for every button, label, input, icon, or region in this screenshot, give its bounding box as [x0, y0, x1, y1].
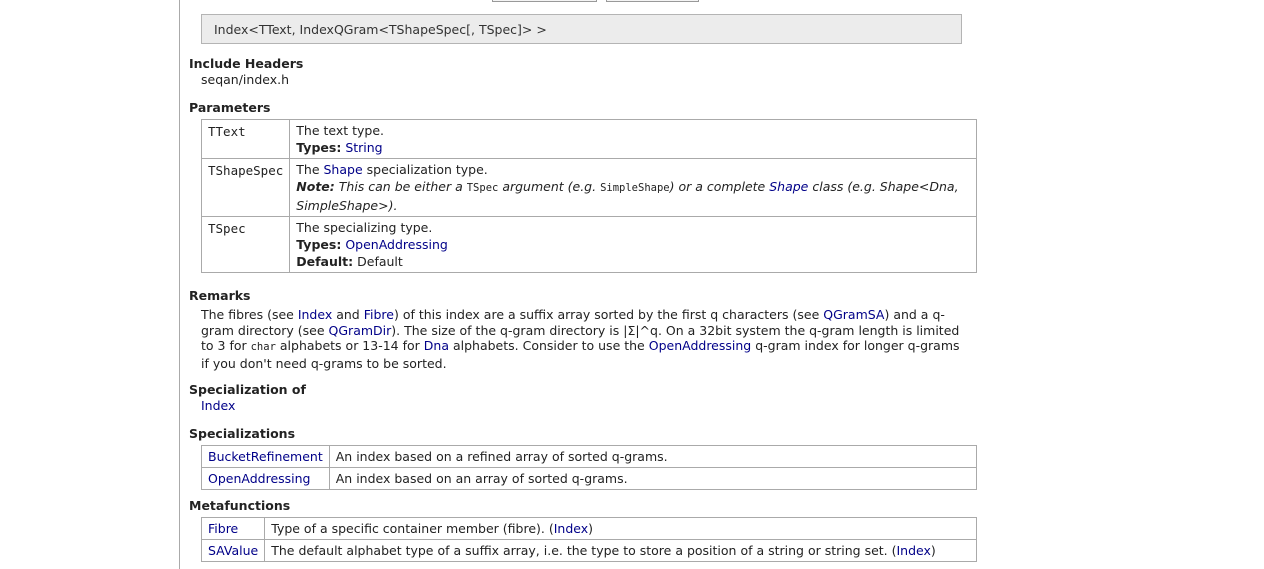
- param-note: Note: This can be either a TSpec argumen…: [296, 178, 970, 214]
- text-span: This can be either a: [334, 179, 467, 194]
- table-row: BucketRefinement An index based on a ref…: [201, 445, 978, 468]
- table-row: Fibre Type of a specific container membe…: [200, 517, 977, 540]
- default-label: Default:: [296, 254, 354, 269]
- metafunction-name: Fibre: [200, 517, 266, 540]
- param-desc: The specializing type. Types: OpenAddres…: [289, 216, 977, 273]
- metafunctions-heading: Metafunctions: [189, 498, 291, 513]
- include-header-value: seqan/index.h: [201, 72, 290, 87]
- specialization-of-heading: Specialization of: [189, 382, 306, 397]
- table-row: TText The text type. Types: String: [200, 119, 977, 159]
- type-link-string[interactable]: String: [345, 140, 382, 155]
- index-link[interactable]: Index: [201, 398, 235, 413]
- text-span: ) of this index are a suffix array sorte…: [393, 307, 824, 322]
- types-label: Types:: [296, 140, 342, 155]
- param-name: TSpec: [200, 216, 291, 273]
- fibre-link[interactable]: Fibre: [364, 307, 394, 322]
- param-desc-text: The specializing type.: [296, 220, 433, 235]
- savalue-link[interactable]: SAValue: [208, 543, 258, 558]
- specializations-heading: Specializations: [189, 426, 296, 441]
- specialization-name: BucketRefinement: [201, 445, 330, 468]
- param-desc: The Shape specialization type. Note: Thi…: [289, 158, 977, 217]
- shape-link[interactable]: Shape: [324, 162, 363, 177]
- metafunction-desc: Type of a specific container member (fib…: [264, 517, 977, 540]
- specialization-of-value: Index: [201, 398, 979, 414]
- specializations-section: Specializations BucketRefinement An inde…: [189, 426, 979, 490]
- table-row: TShapeSpec The Shape specialization type…: [200, 158, 977, 217]
- param-types-line: Types: String: [296, 139, 970, 156]
- remarks-heading: Remarks: [189, 288, 251, 303]
- table-row: TSpec The specializing type. Types: Open…: [200, 216, 977, 273]
- specialization-name: OpenAddressing: [201, 467, 330, 490]
- table-row: SAValue The default alphabet type of a s…: [200, 539, 977, 562]
- metafunction-name: SAValue: [200, 539, 266, 562]
- index-link[interactable]: Index: [554, 521, 588, 536]
- text-span: The: [296, 162, 324, 177]
- parameters-section: Parameters TText The text type. Types: S…: [189, 100, 979, 273]
- param-desc: The text type. Types: String: [289, 119, 977, 159]
- text-span: ): [930, 543, 936, 558]
- param-name: TText: [200, 119, 291, 159]
- dna-link[interactable]: Dna: [424, 338, 449, 353]
- qgramdir-link[interactable]: QGramDir: [329, 323, 392, 338]
- top-tab-right[interactable]: [606, 0, 699, 2]
- fibre-link[interactable]: Fibre: [208, 521, 238, 536]
- text-span: Type of a specific container member (fib…: [271, 521, 554, 536]
- metafunctions-section: Metafunctions Fibre Type of a specific c…: [189, 498, 979, 562]
- left-divider-line: [179, 0, 180, 569]
- bucketrefinement-link[interactable]: BucketRefinement: [208, 449, 323, 464]
- signature-text: Index<TText, IndexQGram<TShapeSpec[, TSp…: [214, 22, 547, 37]
- type-link-openaddressing[interactable]: OpenAddressing: [345, 237, 448, 252]
- parameters-heading: Parameters: [189, 100, 271, 115]
- param-types-line: Types: OpenAddressing: [296, 236, 970, 253]
- text-span: specialization type.: [362, 162, 488, 177]
- text-span: The default alphabet type of a suffix ar…: [271, 543, 897, 558]
- default-value: Default: [353, 254, 403, 269]
- code-span: char: [250, 341, 276, 353]
- index-link[interactable]: Index: [298, 307, 332, 322]
- index-link[interactable]: Index: [897, 543, 931, 558]
- code-span: SimpleShape: [600, 182, 670, 194]
- param-desc-text: The text type.: [296, 123, 385, 138]
- text-span: argument (e.g.: [498, 179, 601, 194]
- shape-class-link[interactable]: Shape: [769, 179, 808, 194]
- types-label: Types:: [296, 237, 342, 252]
- table-row: OpenAddressing An index based on an arra…: [201, 467, 978, 490]
- text-span: ): [588, 521, 594, 536]
- metafunction-desc: The default alphabet type of a suffix ar…: [264, 539, 977, 562]
- note-label: Note:: [296, 179, 335, 194]
- param-desc-text: The Shape specialization type.: [296, 161, 970, 178]
- text-span: alphabets or 13-14 for: [275, 338, 424, 353]
- remarks-text: The fibres (see Index and Fibre) of this…: [201, 307, 971, 371]
- text-span: and: [332, 307, 364, 322]
- specialization-desc: An index based on an array of sorted q-g…: [328, 467, 978, 490]
- qgramsa-link[interactable]: QGramSA: [823, 307, 884, 322]
- remarks-section: Remarks The fibres (see Index and Fibre)…: [189, 288, 979, 371]
- specializations-table: BucketRefinement An index based on a ref…: [201, 445, 978, 490]
- specialization-desc: An index based on a refined array of sor…: [328, 445, 978, 468]
- parameters-table: TText The text type. Types: String TShap…: [200, 119, 977, 273]
- text-span: ) or a complete: [669, 179, 770, 194]
- include-headers-heading: Include Headers: [189, 56, 304, 71]
- text-span: alphabets. Consider to use the: [448, 338, 649, 353]
- top-tab-left[interactable]: [492, 0, 597, 2]
- text-span: The fibres (see: [201, 307, 298, 322]
- signature-box: Index<TText, IndexQGram<TShapeSpec[, TSp…: [201, 14, 962, 44]
- openaddressing-link[interactable]: OpenAddressing: [208, 471, 311, 486]
- openaddressing-link[interactable]: OpenAddressing: [649, 338, 752, 353]
- param-default-line: Default: Default: [296, 253, 970, 270]
- code-span: TSpec: [466, 182, 499, 194]
- param-name: TShapeSpec: [200, 158, 291, 217]
- metafunctions-table: Fibre Type of a specific container membe…: [200, 517, 977, 562]
- include-headers-section: Include Headers seqan/index.h: [189, 56, 979, 88]
- specialization-of-section: Specialization of Index: [189, 382, 979, 414]
